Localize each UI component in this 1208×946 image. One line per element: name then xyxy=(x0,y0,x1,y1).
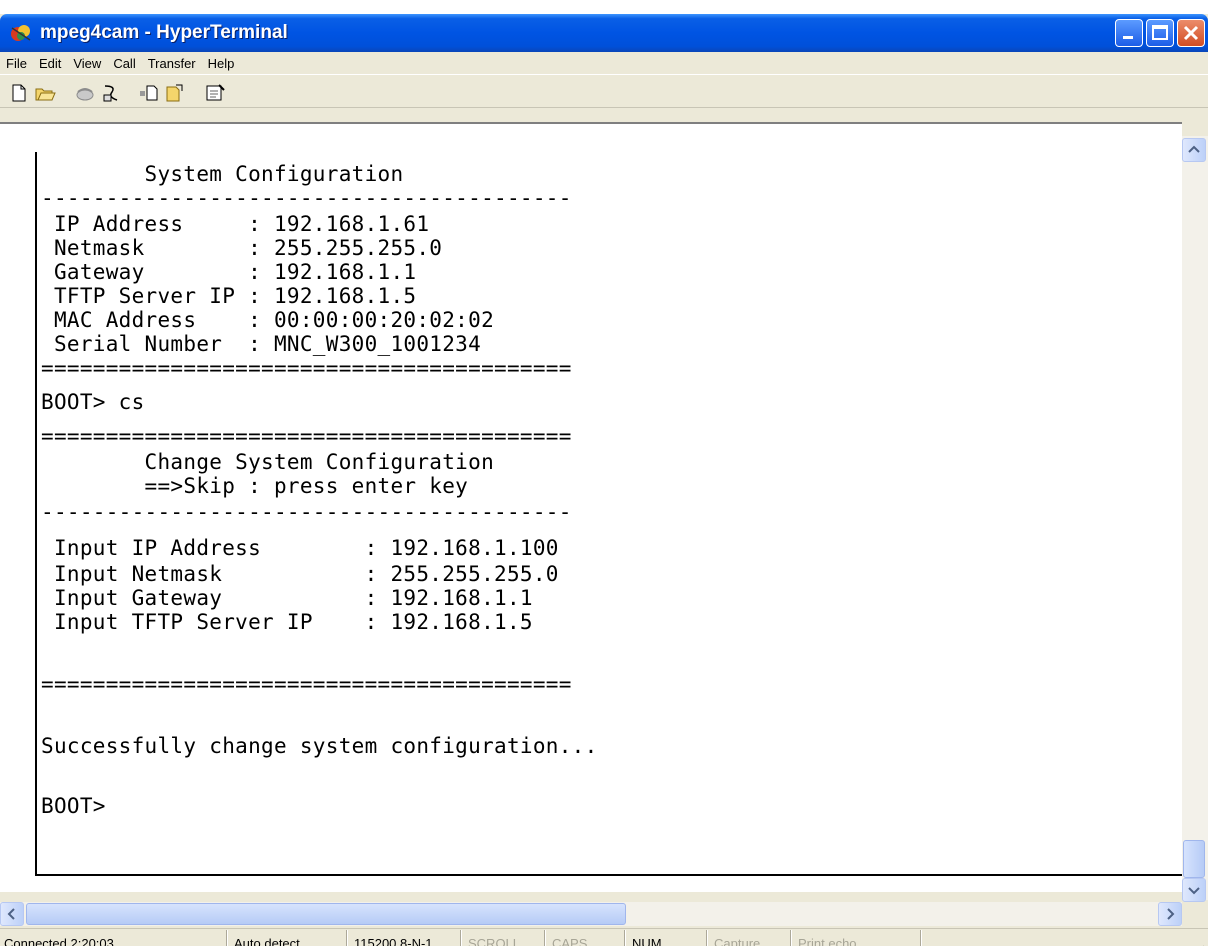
status-divider xyxy=(920,930,921,946)
toolbar xyxy=(0,74,1208,108)
new-icon[interactable] xyxy=(8,83,30,103)
screen-left-border xyxy=(35,152,37,874)
terminal-line: BOOT> xyxy=(41,794,106,818)
menu-call[interactable]: Call xyxy=(107,56,141,71)
window-title: mpeg4cam - HyperTerminal xyxy=(40,22,288,43)
chevron-up-icon xyxy=(1188,145,1200,153)
terminal-line: System Configuration xyxy=(41,162,404,186)
chevron-right-icon xyxy=(1167,908,1175,920)
terminal-line: IP Address : 192.168.1.61 xyxy=(41,212,430,236)
resize-grip-icon[interactable] xyxy=(1190,942,1206,946)
status-divider xyxy=(460,930,461,946)
close-button[interactable] xyxy=(1177,19,1205,47)
status-scroll: SCROLL xyxy=(468,936,521,946)
terminal-line: Input Gateway : 192.168.1.1 xyxy=(41,586,533,610)
status-divider xyxy=(346,930,347,946)
menu-help[interactable]: Help xyxy=(202,56,241,71)
scroll-down-button[interactable] xyxy=(1182,878,1206,902)
scroll-left-button[interactable] xyxy=(0,902,24,926)
terminal-line: Input Netmask : 255.255.255.0 xyxy=(41,562,559,586)
connect-icon[interactable] xyxy=(74,83,96,103)
status-divider xyxy=(790,930,791,946)
maximize-icon xyxy=(1152,25,1168,40)
scroll-up-button[interactable] xyxy=(1182,138,1206,162)
minimize-icon xyxy=(1123,36,1133,39)
status-divider xyxy=(706,930,707,946)
status-divider xyxy=(624,930,625,946)
vertical-scrollbar[interactable] xyxy=(1182,136,1208,900)
disconnect-icon[interactable] xyxy=(100,83,122,103)
status-num: NUM xyxy=(632,936,662,946)
chevron-down-icon xyxy=(1188,887,1200,895)
terminal-line: ========================================… xyxy=(41,672,572,696)
status-connected: Connected 2:20:03 xyxy=(4,936,114,946)
terminal-line: Netmask : 255.255.255.0 xyxy=(41,236,443,260)
terminal-line: TFTP Server IP : 192.168.1.5 xyxy=(41,284,417,308)
send-icon[interactable] xyxy=(138,83,160,103)
vertical-scroll-thumb[interactable] xyxy=(1183,840,1205,878)
terminal-line: ----------------------------------------… xyxy=(41,186,572,210)
terminal-line: ========================================… xyxy=(41,356,572,380)
menu-file[interactable]: File xyxy=(0,56,33,71)
horizontal-scroll-thumb[interactable] xyxy=(26,903,626,925)
menu-view[interactable]: View xyxy=(67,56,107,71)
status-divider xyxy=(544,930,545,946)
terminal-line: Input TFTP Server IP : 192.168.1.5 xyxy=(41,610,533,634)
terminal-line: ========================================… xyxy=(41,424,572,448)
status-port-settings: 115200 8-N-1 xyxy=(354,936,433,946)
menu-bar: File Edit View Call Transfer Help xyxy=(0,52,1208,74)
terminal-line: Change System Configuration xyxy=(41,450,495,474)
terminal-line: Successfully change system configuration… xyxy=(41,734,598,758)
terminal-line: Input IP Address : 192.168.1.100 xyxy=(41,536,559,560)
terminal-line: MAC Address : 00:00:00:20:02:02 xyxy=(41,308,495,332)
terminal-line: Gateway : 192.168.1.1 xyxy=(41,260,417,284)
maximize-button[interactable] xyxy=(1146,19,1174,47)
status-caps: CAPS xyxy=(552,936,588,946)
menu-transfer[interactable]: Transfer xyxy=(142,56,202,71)
terminal-line: ----------------------------------------… xyxy=(41,500,572,524)
hyperterminal-app-icon xyxy=(11,25,31,41)
minimize-button[interactable] xyxy=(1115,19,1143,47)
chevron-left-icon xyxy=(7,908,15,920)
scroll-right-button[interactable] xyxy=(1158,902,1182,926)
hyperterminal-window: mpeg4cam - HyperTerminal File Edit View … xyxy=(0,14,1208,946)
receive-icon[interactable] xyxy=(164,83,186,103)
status-bar xyxy=(0,928,1208,946)
status-print-echo: Print echo xyxy=(798,936,857,946)
title-bar[interactable]: mpeg4cam - HyperTerminal xyxy=(0,14,1208,52)
close-icon xyxy=(1183,25,1199,41)
terminal-line: Serial Number : MNC_W300_1001234 xyxy=(41,332,482,356)
status-detect: Auto detect xyxy=(234,936,300,946)
status-divider xyxy=(226,930,227,946)
terminal-line: BOOT> cs xyxy=(41,390,145,414)
menu-edit[interactable]: Edit xyxy=(33,56,67,71)
terminal-line: ==>Skip : press enter key xyxy=(41,474,469,498)
screen-bottom-border xyxy=(35,874,1182,876)
properties-icon[interactable] xyxy=(204,83,226,103)
status-capture: Capture xyxy=(714,936,761,946)
open-icon[interactable] xyxy=(34,83,56,103)
